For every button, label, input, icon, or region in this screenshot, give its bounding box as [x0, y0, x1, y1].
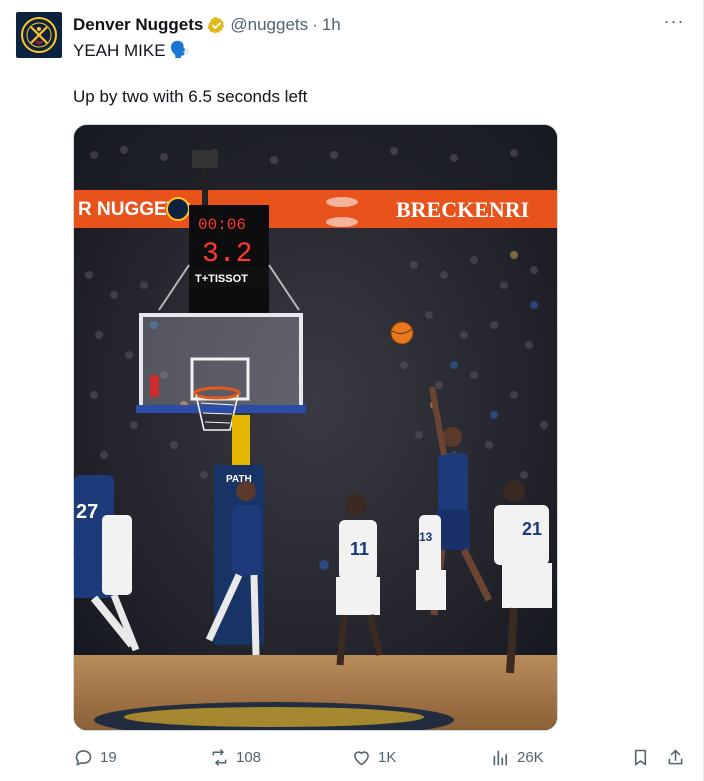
shot-clock-text: 3.2: [202, 239, 252, 270]
jersey-number: 11: [350, 539, 369, 559]
avatar[interactable]: [16, 12, 62, 58]
tweet-text: YEAH MIKE: [73, 41, 166, 60]
sponsor-text: T+TISSOT: [195, 273, 248, 285]
retweet-button[interactable]: 108: [209, 745, 261, 769]
views-button[interactable]: 26K: [490, 745, 544, 769]
banner-logo-icon: [166, 197, 190, 221]
speaking-head-emoji: 🗣️: [169, 42, 190, 59]
bookmark-icon: [634, 749, 647, 765]
tweet-text-line2: Up by two with 6.5 seconds left: [73, 87, 308, 106]
account-handle[interactable]: @nuggets: [230, 14, 308, 36]
nuggets-logo-icon: [21, 17, 57, 53]
tweet-actions: 19 108 1K 26K: [73, 745, 693, 769]
account-name[interactable]: Denver Nuggets: [73, 14, 203, 36]
heart-icon: [354, 750, 369, 765]
tweet-header: Denver Nuggets @nuggets · 1h: [73, 14, 341, 36]
tweet-photo[interactable]: R NUGGETS BRECKENRI 00:06 3.2 T+TISSOT P…: [73, 124, 558, 731]
broadcast-camera: [192, 150, 218, 168]
reply-button[interactable]: 19: [73, 745, 117, 769]
basketball-photo: R NUGGETS BRECKENRI 00:06 3.2 T+TISSOT P…: [74, 125, 557, 730]
share-button[interactable]: [665, 745, 686, 769]
retweet-icon: [212, 748, 227, 766]
reply-count: 19: [100, 748, 117, 766]
nba-logo-icon: [150, 375, 159, 397]
like-count: 1K: [378, 748, 397, 766]
tweet: Denver Nuggets @nuggets · 1h ··· YEAH MI…: [0, 0, 704, 781]
bookmark-button[interactable]: [630, 745, 651, 769]
separator-dot: ·: [312, 15, 318, 34]
retweet-count: 108: [236, 748, 262, 766]
more-options-icon[interactable]: ···: [663, 12, 685, 36]
banner-right-text: BRECKENRI: [396, 197, 529, 222]
jersey-number: 21: [522, 519, 542, 539]
tweet-text-line1: YEAH MIKE 🗣️: [73, 40, 190, 62]
reply-icon: [75, 749, 92, 766]
like-button[interactable]: 1K: [351, 745, 396, 769]
verified-badge-icon[interactable]: [207, 16, 226, 35]
views-chart-icon: [493, 750, 508, 765]
jersey-number: 13: [419, 530, 433, 544]
backboard: [139, 313, 303, 412]
timestamp[interactable]: 1h: [322, 14, 341, 36]
jersey-number: 27: [76, 501, 98, 523]
share-icon: [668, 749, 683, 764]
game-clock-text: 00:06: [198, 216, 246, 234]
view-count: 26K: [517, 748, 544, 766]
